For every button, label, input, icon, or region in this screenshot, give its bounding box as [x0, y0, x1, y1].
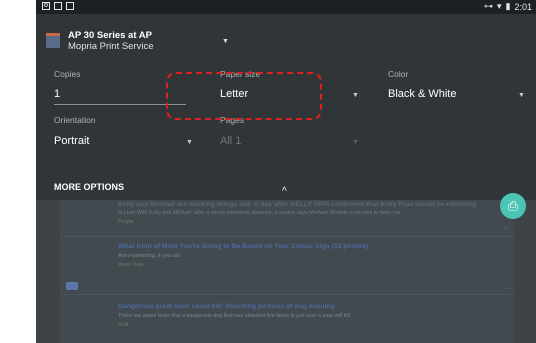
chevron-down-icon: ⌄ — [504, 225, 510, 231]
feed-item-title: Kelly and Michael are working things out… — [118, 201, 477, 208]
feed-item-source: Stuff — [118, 322, 129, 328]
status-left-icons: ⚙ — [42, 2, 74, 10]
paper-size-highlight — [166, 72, 322, 120]
status-bar: ⚙ ⊶ ▾ ▮ 2:01 — [36, 0, 536, 14]
wifi-icon: ▾ — [496, 1, 502, 11]
feed-badge-icon — [66, 282, 78, 290]
printer-icon: ⎙ — [507, 198, 519, 213]
feed-item-desc: Astro-parenting, if you will. — [118, 253, 182, 259]
pages-dropdown-icon: ▼ — [352, 139, 359, 146]
list-item: Kelly and Michael are working things out… — [60, 200, 514, 236]
printer-service: Mopria Print Service — [68, 41, 154, 52]
pages-select: All 1 — [220, 135, 242, 147]
more-options-button[interactable]: MORE OPTIONS — [54, 182, 124, 192]
status-time: 2:01 — [514, 1, 532, 12]
color-dropdown-icon[interactable]: ▼ — [518, 92, 525, 99]
notification-icon — [54, 2, 62, 10]
status-right-icons: ⊶ ▾ ▮ 2:01 — [484, 1, 532, 12]
collapse-panel-icon[interactable]: ^ — [282, 186, 287, 197]
chevron-down-icon: ⌄ — [504, 285, 510, 291]
orientation-dropdown-icon[interactable]: ▼ — [186, 139, 193, 146]
printer-selector[interactable]: AP 30 Series at AP Mopria Print Service — [46, 30, 154, 52]
feed-item-title: Dangerous great dane could kill: Shockin… — [118, 303, 335, 310]
list-item: What Kind of Mom You're Going to Be Base… — [60, 237, 514, 281]
copies-label: Copies — [54, 69, 81, 79]
feed-item-source: Mirror Daily — [118, 262, 144, 268]
orientation-label: Orientation — [54, 115, 96, 125]
list-item: Dangerous great dane could kill: Shockin… — [60, 295, 514, 343]
printer-icon — [46, 33, 60, 48]
color-label: Color — [388, 69, 409, 79]
orientation-select[interactable]: Portrait — [54, 135, 89, 147]
print-fab-button[interactable]: ⎙ — [500, 193, 526, 219]
paper-size-dropdown-icon[interactable]: ▼ — [352, 92, 359, 99]
battery-icon: ▮ — [505, 1, 511, 11]
photo-icon — [66, 2, 74, 10]
print-options-panel: AP 30 Series at AP Mopria Print Service … — [36, 14, 536, 200]
printer-text: AP 30 Series at AP Mopria Print Service — [68, 30, 154, 52]
device-screen: ⚙ ⊶ ▾ ▮ 2:01 AP 30 Series at AP Mopria P… — [36, 0, 536, 343]
color-select[interactable]: Black & White — [388, 88, 456, 100]
key-icon: ⊶ — [483, 1, 493, 11]
print-preview-feed: Kelly and Michael are working things out… — [60, 200, 514, 343]
printer-name: AP 30 Series at AP — [68, 30, 152, 41]
printer-dropdown-icon[interactable]: ▼ — [222, 38, 229, 45]
feed-item-desc: to Live! With Kelly and Michael' after a… — [118, 210, 401, 216]
feed-item-desc: There are grave fears that a dangerous d… — [118, 313, 352, 319]
feed-item-title: What Kind of Mom You're Going to Be Base… — [118, 243, 369, 250]
settings-icon: ⚙ — [42, 2, 50, 10]
feed-item-source: People — [118, 219, 134, 225]
copies-input[interactable]: 1 — [54, 88, 60, 100]
